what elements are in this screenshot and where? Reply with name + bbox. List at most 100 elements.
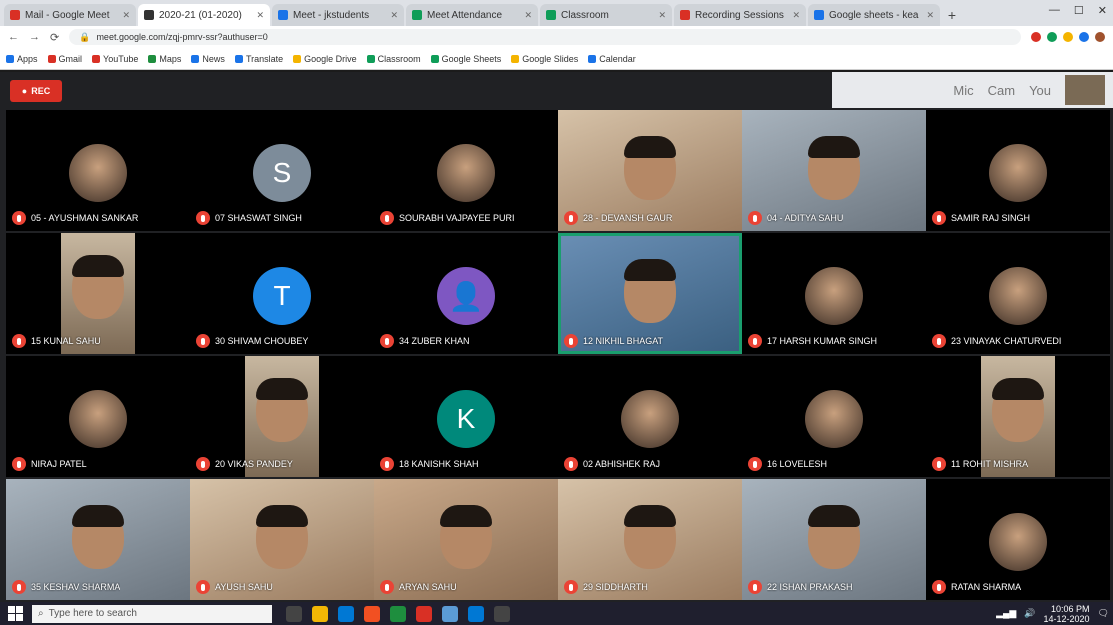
minimize-icon[interactable]: —	[1049, 4, 1060, 17]
participant-name: RATAN SHARMA	[951, 582, 1022, 592]
participant-grid: 05 - AYUSHMAN SANKAR S 07 SHASWAT SINGH SOU…	[6, 110, 1110, 602]
self-view-thumbnail[interactable]	[1065, 75, 1105, 105]
back-icon[interactable]: ←	[8, 31, 19, 43]
taskbar-search-field[interactable]: ⌕ Type here to search	[32, 604, 272, 623]
taskbar-app-icon[interactable]	[468, 605, 484, 622]
participant-tile[interactable]: 28 - DEVANSH GAUR	[558, 110, 742, 231]
participant-tile[interactable]: 29 SIDDHARTH	[558, 479, 742, 600]
bookmark-item[interactable]: Classroom	[366, 54, 421, 64]
browser-tab[interactable]: 2020-21 (01-2020) ✕	[138, 4, 270, 26]
participant-tile[interactable]: 04 - ADITYA SAHU	[742, 110, 926, 231]
browser-tab[interactable]: Recording Sessions ✕	[674, 4, 806, 26]
windows-start-button[interactable]	[4, 605, 26, 623]
taskbar-app-icon[interactable]	[338, 605, 354, 622]
taskbar-clock[interactable]: 10:06 PM 14-12-2020	[1044, 604, 1090, 624]
bookmark-item[interactable]: Google Sheets	[430, 54, 501, 64]
self-view-cam[interactable]: Cam	[988, 83, 1015, 98]
participant-tile[interactable]: 15 KUNAL SAHU	[6, 233, 190, 354]
mic-muted-icon	[564, 457, 578, 471]
tab-favicon	[144, 10, 154, 20]
profile-avatar[interactable]	[1095, 32, 1105, 42]
participant-tile[interactable]: SAMIR RAJ SINGH	[926, 110, 1110, 231]
reload-icon[interactable]: ⟳	[50, 31, 59, 44]
participant-name: 23 VINAYAK CHATURVEDI	[951, 336, 1062, 346]
mic-muted-icon	[380, 457, 394, 471]
participant-tile[interactable]: ARYAN SAHU	[374, 479, 558, 600]
participant-tile[interactable]: 12 NIKHIL BHAGAT	[558, 233, 742, 354]
bookmark-label: Calendar	[599, 53, 636, 64]
url-field[interactable]: 🔒 meet.google.com/zqj-pmrv-ssr?authuser=…	[69, 29, 1021, 45]
participant-label: 22 ISHAN PRAKASH	[748, 580, 853, 594]
bookmark-item[interactable]: Gmail	[47, 54, 82, 64]
mic-muted-icon	[564, 334, 578, 348]
tab-close-icon[interactable]: ✕	[390, 10, 398, 21]
bookmark-item[interactable]: Translate	[234, 53, 284, 64]
taskbar-app-icon[interactable]	[390, 605, 406, 622]
browser-tab[interactable]: Meet Attendance ✕	[406, 4, 538, 26]
tab-close-icon[interactable]: ✕	[524, 10, 532, 21]
bookmark-label: Translate	[245, 53, 284, 64]
participant-tile[interactable]: K 18 KANISHK SHAH	[374, 356, 558, 477]
participant-tile[interactable]: 17 HARSH KUMAR SINGH	[742, 233, 926, 354]
participant-tile[interactable]: 11 ROHIT MISHRA	[926, 356, 1110, 477]
close-icon[interactable]: ✕	[1098, 4, 1107, 17]
browser-tab[interactable]: Meet - jkstudents ✕	[272, 4, 404, 26]
maximize-icon[interactable]: ☐	[1074, 4, 1084, 17]
participant-avatar	[621, 390, 679, 448]
participant-name: 07 SHASWAT SINGH	[215, 213, 302, 223]
tab-close-icon[interactable]: ✕	[122, 10, 130, 21]
tab-close-icon[interactable]: ✕	[926, 10, 934, 21]
participant-tile[interactable]: 02 ABHISHEK RAJ	[558, 356, 742, 477]
bookmark-item[interactable]: Google Drive	[293, 54, 357, 64]
taskbar-app-icon[interactable]	[442, 605, 458, 622]
extension-icon[interactable]	[1063, 32, 1073, 42]
taskbar-app-icon[interactable]	[494, 605, 510, 622]
participant-tile[interactable]: 23 VINAYAK CHATURVEDI	[926, 233, 1110, 354]
browser-tab[interactable]: Classroom ✕	[540, 4, 672, 26]
participant-tile[interactable]: SOURABH VAJPAYEE PURI	[374, 110, 558, 231]
participant-tile[interactable]: T 30 SHIVAM CHOUBEY	[190, 233, 374, 354]
participant-tile[interactable]: AYUSH SAHU	[190, 479, 374, 600]
participant-tile[interactable]: 35 KESHAV SHARMA	[6, 479, 190, 600]
bookmark-item[interactable]: YouTube	[92, 54, 138, 64]
bookmark-item[interactable]: News	[191, 54, 225, 64]
bookmark-item[interactable]: Maps	[148, 54, 181, 64]
new-tab-button[interactable]: +	[942, 4, 962, 26]
participant-tile[interactable]: S 07 SHASWAT SINGH	[190, 110, 374, 231]
participant-tile[interactable]: 20 VIKAS PANDEY	[190, 356, 374, 477]
participant-name: 05 - AYUSHMAN SANKAR	[31, 213, 139, 223]
address-bar-row: ← → ⟳ 🔒 meet.google.com/zqj-pmrv-ssr?aut…	[0, 26, 1113, 48]
taskbar-app-icon[interactable]	[312, 605, 328, 622]
extension-icon[interactable]	[1079, 32, 1089, 42]
bookmark-favicon	[92, 54, 101, 63]
tab-close-icon[interactable]: ✕	[658, 10, 666, 21]
participant-tile[interactable]: 16 LOVELESH	[742, 356, 926, 477]
participant-label: 18 KANISHK SHAH	[380, 457, 479, 471]
taskbar-app-icon[interactable]	[286, 605, 302, 622]
participant-tile[interactable]: 👤 34 ZUBER KHAN	[374, 233, 558, 354]
tab-close-icon[interactable]: ✕	[256, 10, 264, 21]
participant-tile[interactable]: 22 ISHAN PRAKASH	[742, 479, 926, 600]
participant-tile[interactable]: NIRAJ PATEL	[6, 356, 190, 477]
browser-tab[interactable]: Mail - Google Meet ✕	[4, 4, 136, 26]
taskbar-app-icon[interactable]	[364, 605, 380, 622]
bookmark-label: Maps	[159, 53, 182, 64]
participant-video	[256, 505, 308, 569]
participant-name: 18 KANISHK SHAH	[399, 459, 479, 469]
taskbar-app-icon[interactable]	[416, 605, 432, 622]
participant-tile[interactable]: RATAN SHARMA	[926, 479, 1110, 600]
tab-close-icon[interactable]: ✕	[792, 10, 800, 21]
extension-icon[interactable]	[1047, 32, 1057, 42]
participant-tile[interactable]: 05 - AYUSHMAN SANKAR	[6, 110, 190, 231]
notifications-icon[interactable]: 🗨	[1098, 608, 1109, 619]
forward-icon[interactable]: →	[29, 31, 40, 43]
self-view-mic[interactable]: Mic	[953, 83, 973, 98]
bookmarks-bar: Apps Gmail YouTube Maps News Translate Google …	[0, 48, 1113, 70]
browser-tab[interactable]: Google sheets - kea ✕	[808, 4, 940, 26]
volume-icon[interactable]: 🔊	[1024, 608, 1035, 619]
bookmark-item[interactable]: Google Slides	[511, 54, 578, 64]
bookmark-item[interactable]: Calendar	[588, 54, 636, 64]
network-icon[interactable]: ▂▄▆	[996, 608, 1016, 619]
bookmark-item[interactable]: Apps	[6, 54, 38, 64]
extension-icon[interactable]	[1031, 32, 1041, 42]
